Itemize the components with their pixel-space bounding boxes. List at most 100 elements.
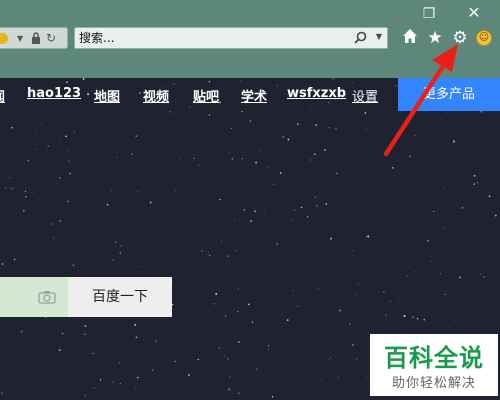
camera-icon[interactable] xyxy=(38,289,56,304)
nav-item-user[interactable]: wsfxzxb xyxy=(287,86,346,101)
star xyxy=(366,129,367,130)
star xyxy=(135,336,138,339)
star xyxy=(440,119,441,120)
search-dropdown-icon[interactable]: ▼ xyxy=(376,32,382,41)
browser-search-box[interactable]: ▼ xyxy=(74,27,388,49)
star xyxy=(260,149,262,151)
nav-item-xueshu[interactable]: 学术 xyxy=(241,86,267,105)
star xyxy=(230,127,233,130)
star xyxy=(321,380,323,381)
star xyxy=(433,210,435,212)
address-bar-tail[interactable]: ▼ ↻ xyxy=(0,27,68,49)
star xyxy=(1,263,4,265)
home-icon[interactable] xyxy=(400,28,420,49)
star xyxy=(440,273,441,275)
restore-icon[interactable]: ❐ xyxy=(420,7,438,21)
star xyxy=(23,209,25,212)
star xyxy=(237,392,240,395)
star xyxy=(315,204,318,207)
nav-item-map[interactable]: 地图 xyxy=(94,86,120,105)
star xyxy=(123,320,124,322)
star xyxy=(171,303,174,306)
star xyxy=(213,302,216,305)
search-input[interactable] xyxy=(79,30,339,46)
star xyxy=(304,201,306,203)
star xyxy=(488,195,491,197)
star xyxy=(24,190,27,192)
star xyxy=(328,358,330,360)
star xyxy=(114,241,117,243)
star xyxy=(163,241,165,243)
star xyxy=(479,243,481,245)
nav-item-settings[interactable]: 设置 xyxy=(352,86,378,105)
star xyxy=(92,352,94,355)
star xyxy=(0,234,1,236)
gear-icon[interactable]: ⚙ xyxy=(450,28,470,48)
star xyxy=(69,172,71,175)
star xyxy=(228,388,231,391)
star xyxy=(221,240,222,242)
star xyxy=(40,123,42,125)
star xyxy=(198,164,200,166)
nav-item-video[interactable]: 视频 xyxy=(143,86,169,105)
star xyxy=(59,177,61,179)
star xyxy=(6,156,8,158)
star xyxy=(92,175,94,177)
star xyxy=(313,153,316,156)
smiley-icon[interactable]: ☺ xyxy=(476,30,492,46)
star xyxy=(38,361,39,363)
star xyxy=(476,181,479,184)
star xyxy=(5,186,7,189)
close-icon[interactable]: ✕ xyxy=(465,5,483,21)
star xyxy=(27,160,30,162)
dropdown-arrow-icon[interactable]: ▼ xyxy=(17,34,23,43)
search-icon[interactable] xyxy=(354,31,367,47)
star xyxy=(392,167,394,169)
star xyxy=(409,155,412,158)
star xyxy=(351,250,353,251)
star xyxy=(93,387,95,389)
star xyxy=(131,153,133,156)
star xyxy=(11,188,14,190)
nav-item-news[interactable]: 闻 xyxy=(0,86,5,105)
star xyxy=(116,156,118,158)
star xyxy=(231,158,234,160)
star xyxy=(473,183,475,185)
star xyxy=(336,172,338,175)
nav-item-tieba[interactable]: 贴吧 xyxy=(193,86,219,105)
star xyxy=(9,187,11,188)
star xyxy=(134,324,137,326)
favorites-star-icon[interactable]: ★ xyxy=(425,28,445,48)
star xyxy=(263,213,265,215)
star xyxy=(358,283,359,285)
star xyxy=(229,151,230,153)
star xyxy=(485,169,487,171)
search-query-field[interactable] xyxy=(0,277,68,317)
star xyxy=(297,123,299,125)
star xyxy=(58,349,61,351)
star xyxy=(271,396,274,398)
refresh-icon[interactable]: ↻ xyxy=(46,31,56,45)
star xyxy=(238,211,240,212)
nav-item-hao123[interactable]: hao123 xyxy=(27,86,81,101)
star xyxy=(444,293,446,295)
star xyxy=(215,292,218,295)
star xyxy=(99,379,102,381)
star xyxy=(414,134,416,136)
star xyxy=(292,290,294,292)
star xyxy=(314,196,316,198)
star xyxy=(244,258,246,259)
star xyxy=(255,368,258,371)
star xyxy=(25,196,27,198)
star xyxy=(37,112,39,114)
watermark-logo: 百科全说 助你轻松解决 xyxy=(370,334,498,396)
more-products-button[interactable]: 更多产品 xyxy=(398,78,500,111)
star xyxy=(175,190,177,192)
star xyxy=(53,237,55,239)
star xyxy=(111,190,113,192)
star xyxy=(218,347,221,349)
baidu-search-button[interactable]: 百度一下 xyxy=(68,277,172,317)
star xyxy=(296,305,299,307)
star xyxy=(430,260,432,262)
star xyxy=(119,252,122,254)
